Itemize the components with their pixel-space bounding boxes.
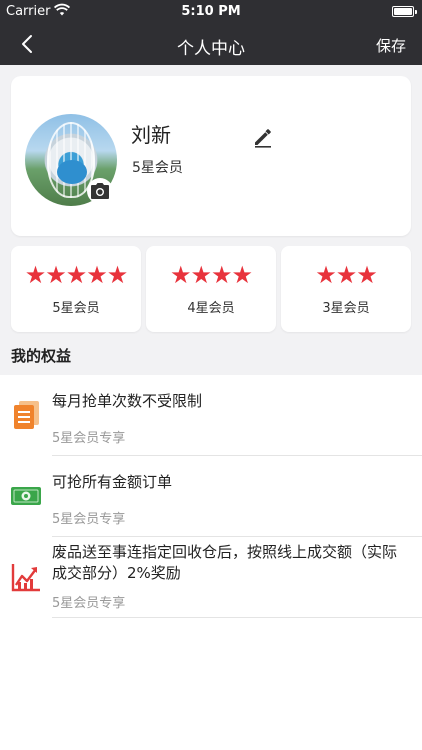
level-card-3-star[interactable]: ★★★ 3星会员 [281,246,411,332]
document-icon [10,399,42,431]
star-rating: ★★★ [315,261,378,289]
cash-icon [10,480,42,512]
benefit-subtitle: 5星会员专享 [52,512,126,527]
nav-bar: 个人中心 保存 [0,24,422,65]
benefit-subtitle: 5星会员专享 [52,596,126,611]
level-card-5-star[interactable]: ★★★★★ 5星会员 [11,246,141,332]
level-label: 5星会员 [52,301,100,316]
profile-level: 5星会员 [132,160,183,176]
profile-name: 刘新 [131,123,171,147]
level-label: 3星会员 [322,301,370,316]
save-button[interactable]: 保存 [376,35,406,56]
star-rating: ★★★★ [169,261,253,289]
benefit-title: 可抢所有金额订单 [52,473,173,491]
level-card-4-star[interactable]: ★★★★ 4星会员 [146,246,276,332]
profile-card: 刘新 5星会员 [11,76,411,236]
benefits-section-title: 我的权益 [11,347,72,365]
edit-pencil-icon[interactable] [251,125,275,149]
benefit-title: 废品送至事连指定回收仓后，按照线上成交额（实际成交部分）2%奖励 [52,543,398,582]
level-label: 4星会员 [187,301,235,316]
clock: 5:10 PM [181,4,241,19]
divider [52,617,422,618]
trend-chart-icon [10,561,42,593]
status-bar: Carrier 5:10 PM [0,0,422,24]
list-item: 可抢所有金额订单 5星会员专享 [0,456,422,537]
benefit-list: 每月抢单次数不受限制 5星会员专享 可抢所有金额订单 5星会员专享 废品送至事连… [0,375,422,750]
list-item: 每月抢单次数不受限制 5星会员专享 [0,375,422,456]
list-item: 废品送至事连指定回收仓后，按照线上成交额（实际成交部分）2%奖励 5星会员专享 [0,537,422,618]
camera-icon[interactable] [87,178,113,204]
battery-icon [392,6,417,17]
star-rating: ★★★★★ [24,261,129,289]
page-title: 个人中心 [177,39,245,59]
benefit-title: 每月抢单次数不受限制 [52,392,203,410]
benefit-subtitle: 5星会员专享 [52,431,126,446]
